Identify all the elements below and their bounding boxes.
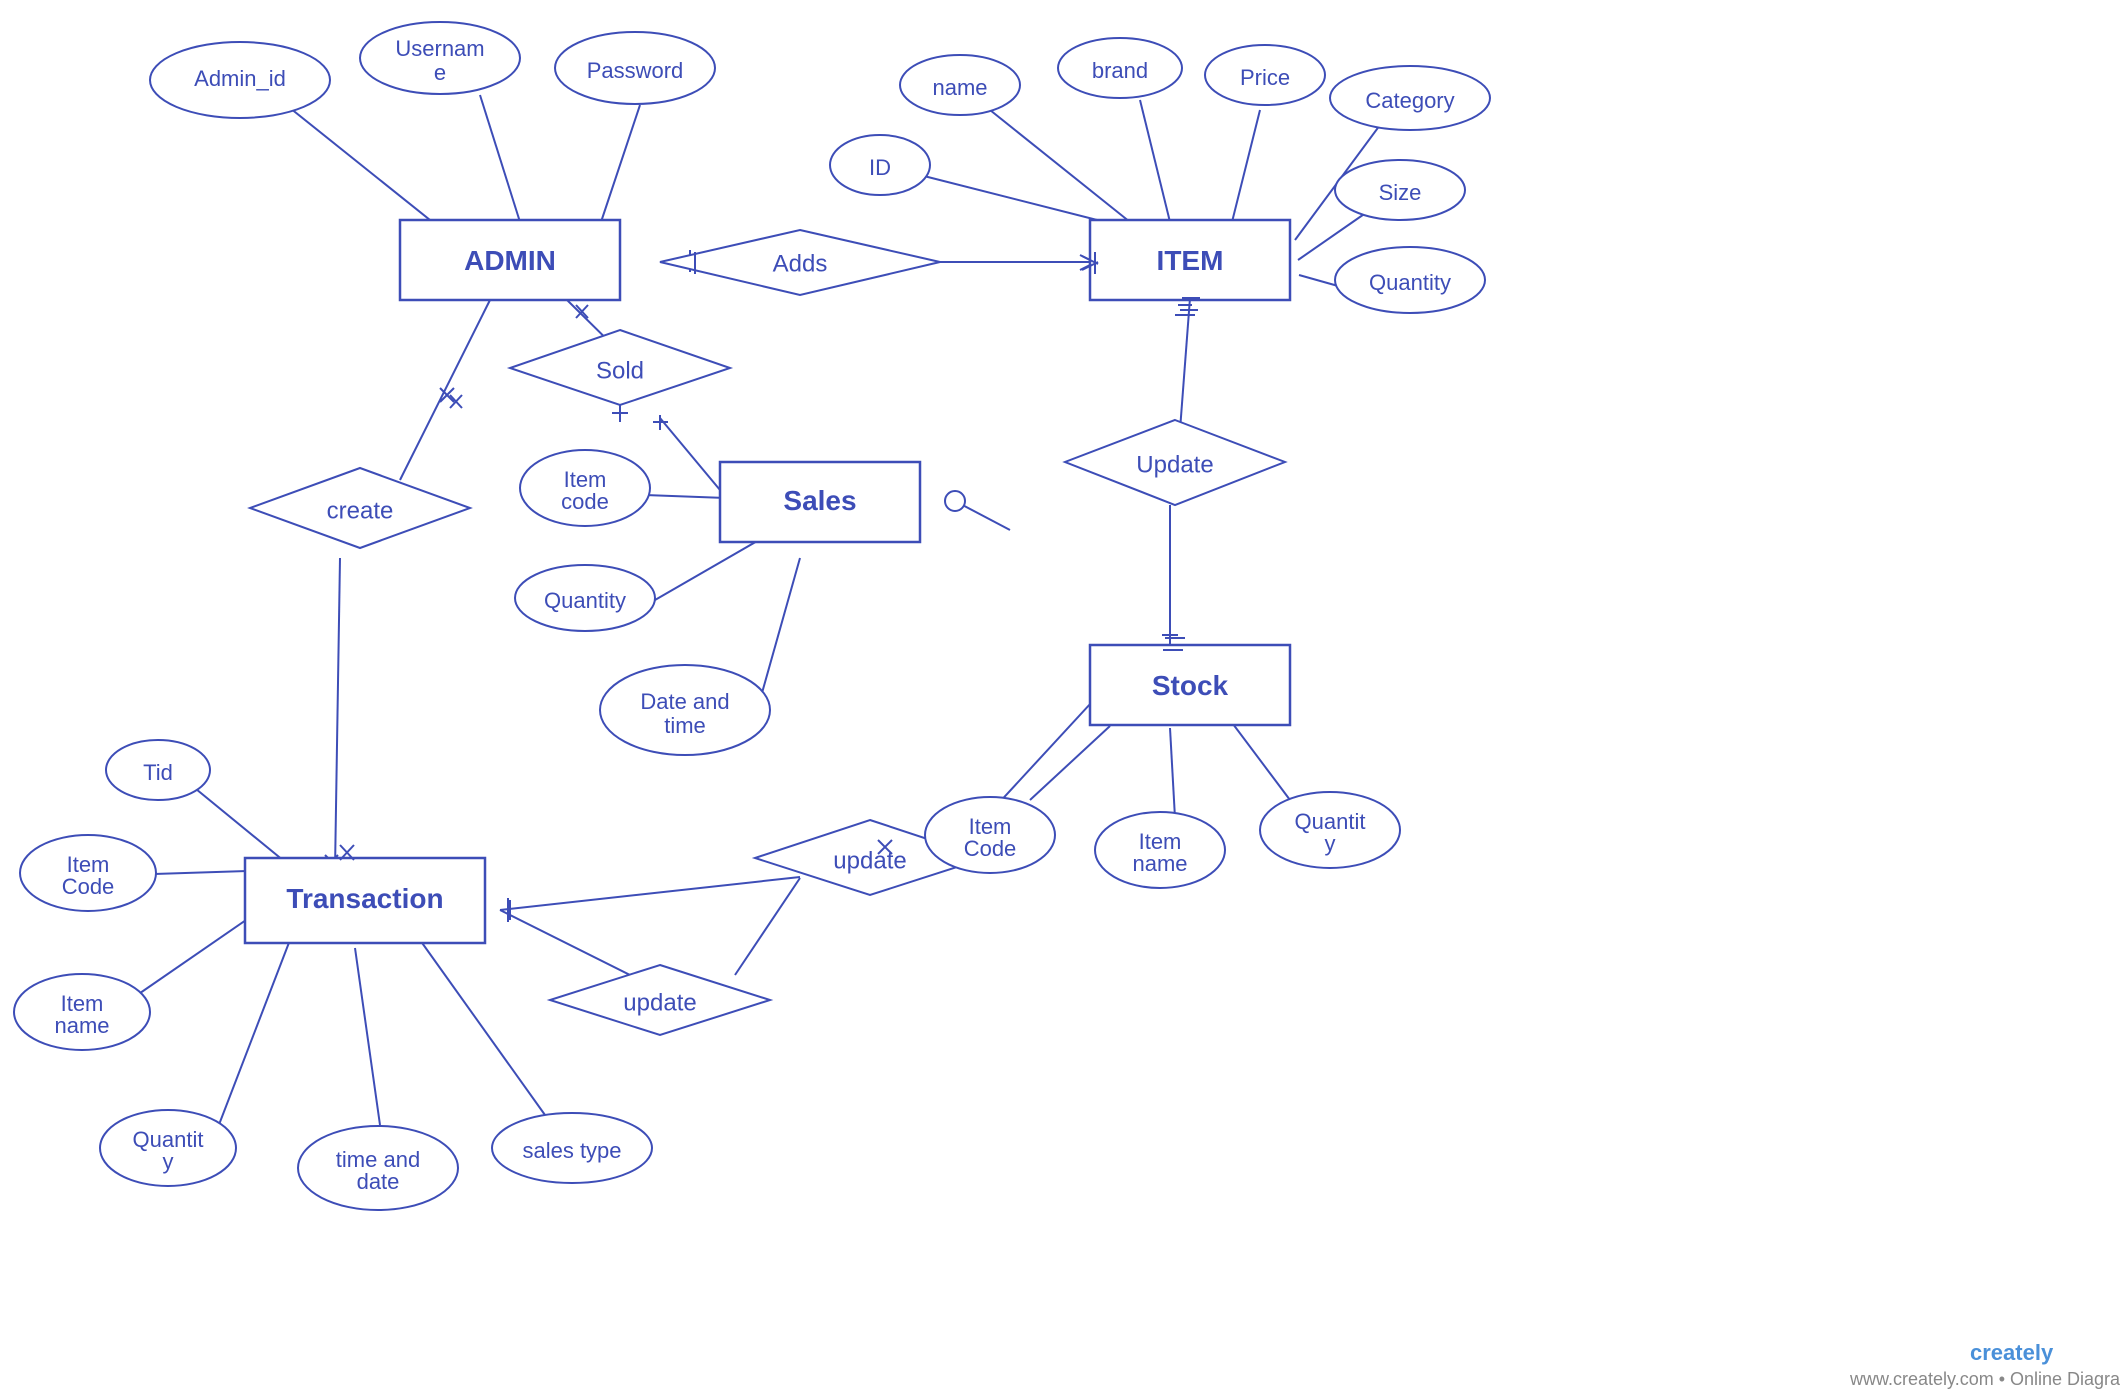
username-label2: e (434, 60, 446, 85)
stock-entity-label: Stock (1152, 670, 1229, 701)
create-label: create (327, 497, 394, 524)
trans-qty-label2: y (163, 1149, 174, 1174)
trans-timedate-label2: date (357, 1169, 400, 1194)
watermark-brand: creately (1970, 1340, 2054, 1365)
stock-itemcode-label2: Code (964, 836, 1017, 861)
update-stock-label: Update (1136, 451, 1213, 478)
sold-label: Sold (596, 357, 644, 384)
item-qty-label: Quantity (1369, 270, 1451, 295)
sales-itemcode-label2: code (561, 489, 609, 514)
item-name-label: name (932, 75, 987, 100)
transaction-entity-label: Transaction (286, 883, 443, 914)
stock-qty-label2: y (1325, 831, 1336, 856)
stock-itemname-label2: name (1132, 851, 1187, 876)
sales-dt-label: Date and (640, 689, 729, 714)
adds-label: Adds (773, 250, 828, 277)
watermark-sub: www.creately.com • Online Diagramming (1849, 1369, 2120, 1389)
update-trans-label: update (623, 989, 696, 1016)
sales-entity-label: Sales (783, 485, 856, 516)
trans-itemcode-label2: Code (62, 874, 115, 899)
trans-salestype-label: sales type (522, 1138, 621, 1163)
sales-qty-label: Quantity (544, 588, 626, 613)
trans-itemname-label2: name (54, 1013, 109, 1038)
diagram-container: ADMIN ITEM Sales Stock Transaction Adds … (0, 0, 2120, 1400)
item-brand-label: brand (1092, 58, 1148, 83)
admin-entity-label: ADMIN (464, 245, 556, 276)
update-rel-label: update (833, 847, 906, 874)
item-id-label: ID (869, 155, 891, 180)
item-size-label: Size (1379, 180, 1422, 205)
admin-id-label: Admin_id (194, 66, 286, 91)
trans-tid-label: Tid (143, 760, 173, 785)
username-label: Usernam (395, 36, 484, 61)
sales-dt-label2: time (664, 713, 706, 738)
item-entity-label: ITEM (1157, 245, 1224, 276)
er-diagram: ADMIN ITEM Sales Stock Transaction Adds … (0, 0, 2120, 1400)
item-cat-label: Category (1365, 88, 1454, 113)
item-price-label: Price (1240, 65, 1290, 90)
password-label: Password (587, 58, 684, 83)
